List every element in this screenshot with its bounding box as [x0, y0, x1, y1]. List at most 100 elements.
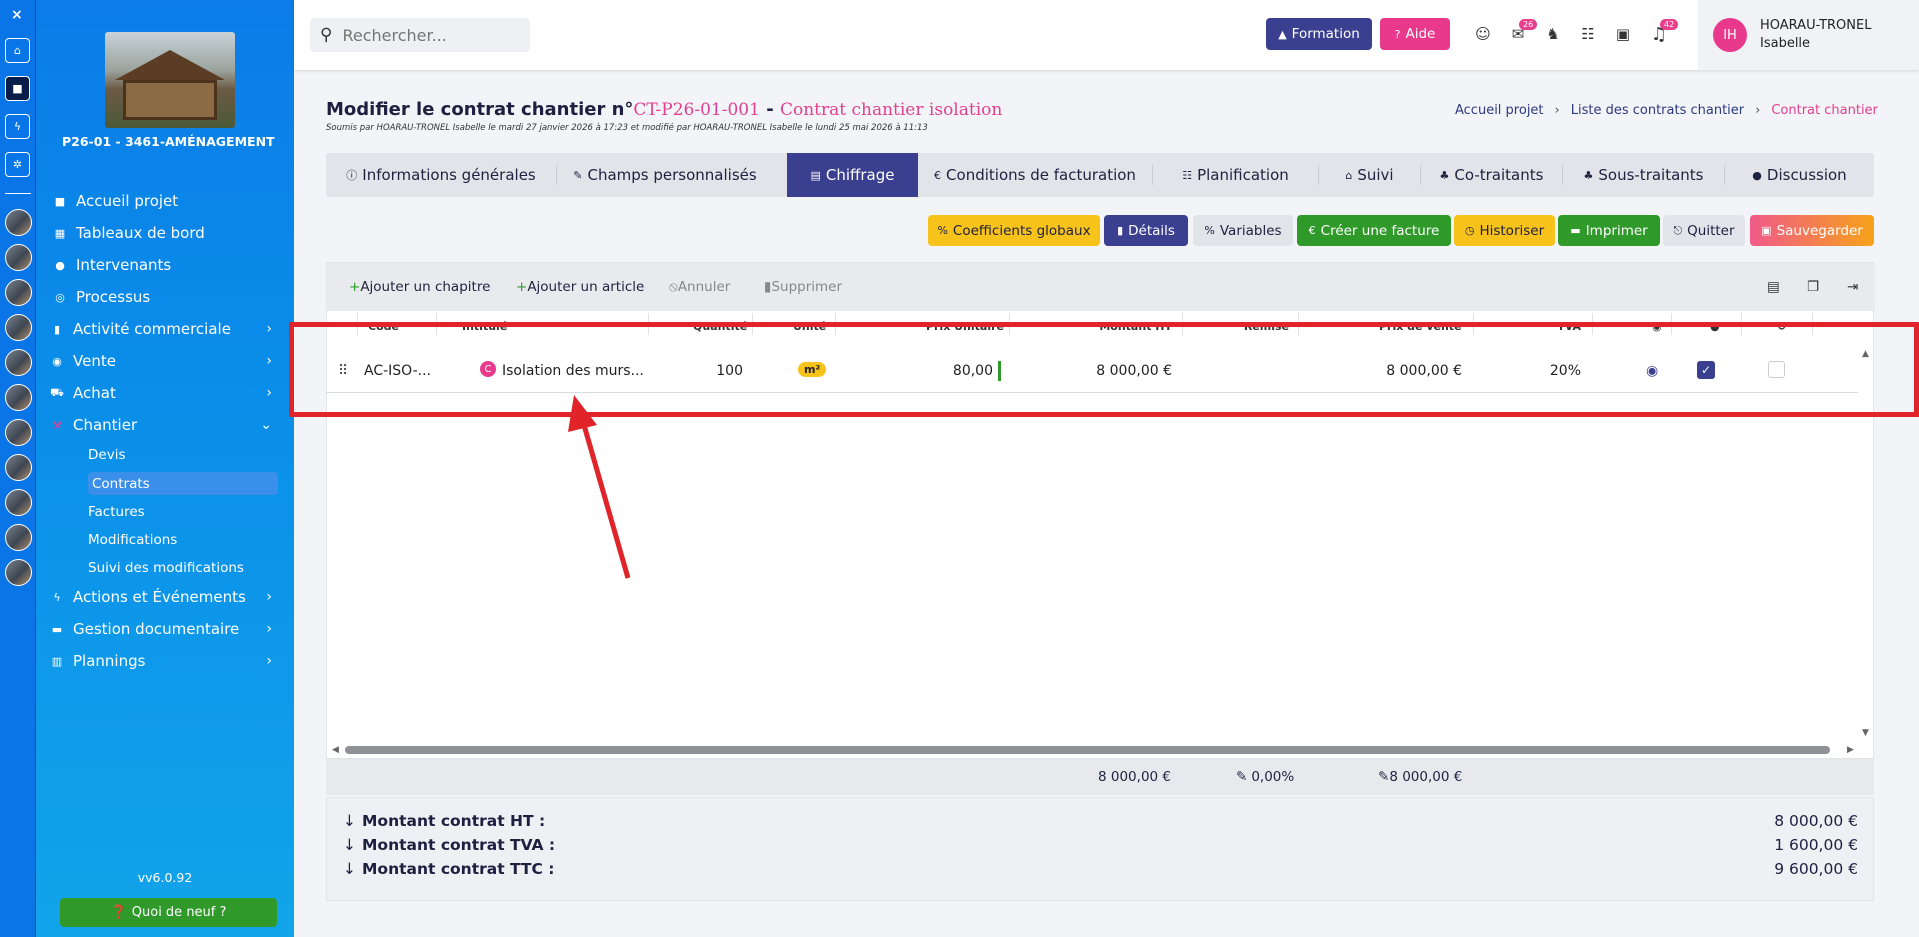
sidebar-item-vente[interactable]: ◉ Vente ›: [36, 348, 294, 374]
sliders-icon[interactable]: ☷: [1577, 23, 1599, 45]
cell-quantite[interactable]: 100: [693, 363, 743, 379]
checkbox-unchecked[interactable]: [1768, 361, 1785, 378]
historiser-button[interactable]: ◷ Historiser: [1454, 215, 1555, 246]
aide-button[interactable]: ? Aide: [1380, 18, 1450, 50]
scroll-down-icon[interactable]: ▼: [1862, 728, 1869, 738]
briefcase-icon[interactable]: ■: [5, 76, 30, 101]
running-icon[interactable]: ♞: [1542, 23, 1564, 45]
drag-handle-icon[interactable]: ⠿: [338, 363, 348, 379]
export-icon[interactable]: ⇥: [1847, 279, 1858, 295]
eye-icon[interactable]: ◉: [1646, 363, 1658, 379]
details-button[interactable]: ▮ Détails: [1104, 215, 1188, 246]
sidebar-subitem-devis[interactable]: Devis: [80, 443, 270, 466]
col-unite[interactable]: Unité: [793, 320, 826, 333]
search-input[interactable]: [342, 25, 513, 45]
calculator-icon[interactable]: ▤: [1767, 279, 1780, 295]
calendar-icon[interactable]: ▣: [1612, 23, 1634, 45]
project-avatar[interactable]: [5, 209, 32, 236]
home-icon[interactable]: ⌂: [5, 38, 30, 63]
tab-informations-generales[interactable]: ⓘ Informations générales: [326, 153, 556, 197]
variables-button[interactable]: % Variables: [1193, 215, 1293, 246]
whats-new-button[interactable]: ❓ Quoi de neuf ?: [60, 898, 277, 927]
project-avatar[interactable]: [5, 314, 32, 341]
sauvegarder-button[interactable]: ▣ Sauvegarder: [1750, 215, 1874, 246]
sidebar-subitem-suivi-modifications[interactable]: Suivi des modifications: [80, 556, 270, 579]
breadcrumb-accueil-projet[interactable]: Accueil projet: [1455, 103, 1544, 118]
cell-tva[interactable]: 20%: [1541, 363, 1581, 379]
cell-prix-unitaire[interactable]: 80,00: [924, 363, 993, 379]
bolt-icon[interactable]: ϟ: [5, 114, 30, 139]
eye-icon[interactable]: ◉: [1652, 320, 1662, 333]
project-avatar[interactable]: [5, 559, 32, 586]
tab-planification[interactable]: ☷ Planification: [1153, 153, 1318, 197]
tab-conditions-facturation[interactable]: € Conditions de facturation: [918, 153, 1152, 197]
cell-montant-ht[interactable]: 8 000,00 €: [1067, 363, 1172, 379]
col-montant-ht[interactable]: Montant HT: [1092, 320, 1172, 333]
col-prix-unitaire[interactable]: Prix Unitaire: [924, 320, 1004, 333]
mail-icon[interactable]: ✉ 26: [1507, 19, 1538, 45]
cell-unite[interactable]: m²: [798, 362, 827, 377]
coefficients-globaux-button[interactable]: % Coefficients globaux: [928, 215, 1100, 246]
supprimer-button[interactable]: ▮Supprimer: [764, 279, 842, 295]
col-prix-de-vente[interactable]: Prix de vente: [1379, 320, 1462, 333]
project-avatar[interactable]: [5, 279, 32, 306]
tab-co-traitants[interactable]: ♣ Co-traitants: [1421, 153, 1562, 197]
tab-discussion[interactable]: ● Discussion: [1725, 153, 1874, 197]
cell-code[interactable]: AC-ISO-...: [364, 363, 431, 379]
sidebar-item-accueil-projet[interactable]: ■ Accueil projet: [36, 188, 294, 214]
project-avatar[interactable]: [5, 524, 32, 551]
sidebar-item-achat[interactable]: ⛟ Achat ›: [36, 380, 294, 406]
sidebar-item-tableaux-de-bord[interactable]: ▦ Tableaux de bord: [36, 220, 294, 246]
tab-suivi[interactable]: ⌂ Suivi: [1319, 153, 1420, 197]
sidebar-subitem-contrats[interactable]: Contrats: [88, 472, 278, 495]
col-quantite[interactable]: Quantité: [693, 320, 747, 333]
gear-icon[interactable]: ✲: [5, 152, 30, 177]
imprimer-button[interactable]: ▬ Imprimer: [1558, 215, 1660, 246]
quitter-button[interactable]: ⎋ Quitter: [1663, 215, 1745, 246]
sidebar-item-processus[interactable]: ◎ Processus: [36, 284, 294, 310]
tab-sous-traitants[interactable]: ♣ Sous-traitants: [1563, 153, 1724, 197]
col-code[interactable]: Code: [368, 320, 399, 333]
project-avatar[interactable]: [5, 384, 32, 411]
sidebar-subitem-factures[interactable]: Factures: [80, 500, 270, 523]
checkbox-checked[interactable]: ✓: [1697, 361, 1715, 379]
breadcrumb-liste-contrats[interactable]: Liste des contrats chantier: [1571, 103, 1744, 118]
sidebar-item-intervenants[interactable]: ● Intervenants: [36, 252, 294, 278]
search-box[interactable]: ⚲: [310, 18, 530, 52]
tab-chiffrage[interactable]: ▤ Chiffrage: [787, 153, 918, 197]
creer-facture-button[interactable]: € Créer une facture: [1297, 215, 1451, 246]
user-icon[interactable]: ☺: [1472, 23, 1494, 45]
user-menu[interactable]: IH HOARAU-TRONEL Isabelle: [1698, 0, 1919, 70]
cell-intitule[interactable]: Isolation des murs...: [502, 363, 644, 379]
col-remise[interactable]: Remise: [1239, 320, 1289, 333]
sidebar-item-gestion-documentaire[interactable]: ▬ Gestion documentaire ›: [36, 616, 294, 642]
close-icon[interactable]: ×: [11, 7, 23, 23]
sidebar-item-actions-evenements[interactable]: ϟ Actions et Événements ›: [36, 584, 294, 610]
table-row[interactable]: ⠿ AC-ISO-... C Isolation des murs... 100…: [327, 349, 1858, 393]
scroll-left-icon[interactable]: ◀: [332, 745, 339, 755]
project-avatar[interactable]: [5, 349, 32, 376]
project-avatar[interactable]: [5, 244, 32, 271]
scroll-up-icon[interactable]: ▲: [1862, 349, 1869, 359]
copy-icon[interactable]: ❐: [1807, 279, 1819, 295]
project-avatar[interactable]: [5, 454, 32, 481]
tab-champs-personnalises[interactable]: ✎ Champs personnalisés: [557, 153, 773, 197]
sidebar-item-plannings[interactable]: ▥ Plannings ›: [36, 648, 294, 674]
col-intitule[interactable]: Intitulé: [462, 320, 507, 333]
refresh-icon[interactable]: ↻: [1777, 320, 1786, 333]
horizontal-scrollbar[interactable]: [345, 746, 1830, 754]
mask-icon[interactable]: ◒: [1710, 320, 1720, 333]
sidebar-subitem-modifications[interactable]: Modifications: [80, 528, 270, 551]
project-avatar[interactable]: [5, 419, 32, 446]
add-chapter-button[interactable]: +Ajouter un chapitre: [349, 279, 490, 295]
annuler-button[interactable]: ⦸Annuler: [669, 279, 730, 295]
cell-prix-de-vente[interactable]: 8 000,00 €: [1357, 363, 1462, 379]
scroll-right-icon[interactable]: ▶: [1847, 745, 1854, 755]
col-tva[interactable]: TVA: [1541, 320, 1581, 333]
add-article-button[interactable]: +Ajouter un article: [516, 279, 644, 295]
formation-button[interactable]: ▲ Formation: [1266, 18, 1372, 50]
project-avatar[interactable]: [5, 489, 32, 516]
bell-icon[interactable]: ♫ 42: [1648, 19, 1679, 45]
sidebar-item-activite-commerciale[interactable]: ▮ Activité commerciale ›: [36, 316, 294, 342]
sidebar-item-chantier[interactable]: ⚒ Chantier ⌄: [36, 412, 294, 438]
